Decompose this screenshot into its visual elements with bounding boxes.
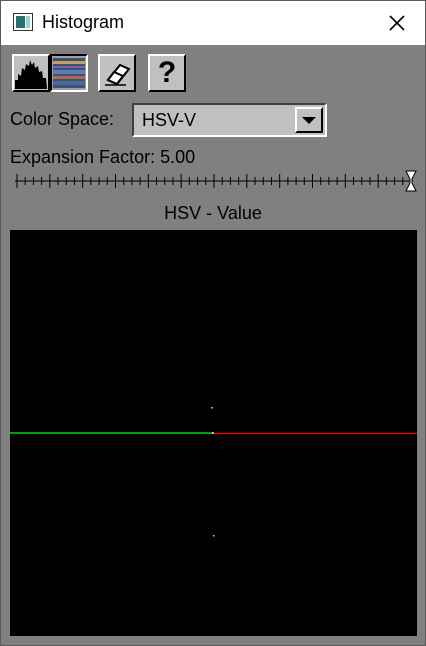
- app-icon: [13, 13, 33, 31]
- help-button[interactable]: ?: [148, 54, 186, 92]
- chevron-down-icon: [302, 117, 316, 124]
- histogram-mode-button[interactable]: [12, 54, 50, 92]
- center-point: [212, 432, 214, 434]
- plot-title: HSV - Value: [164, 203, 262, 223]
- expansion-factor-value: 5.00: [160, 147, 196, 167]
- close-icon[interactable]: [385, 11, 409, 35]
- eraser-icon: [105, 63, 131, 86]
- title-bar[interactable]: Histogram: [1, 1, 425, 45]
- color-space-value: HSV-V: [142, 110, 197, 130]
- center-point-bottom: [213, 535, 215, 537]
- dropdown-button[interactable]: [295, 107, 323, 133]
- expansion-factor-label: Expansion Factor:: [10, 147, 156, 167]
- expansion-slider[interactable]: [13, 169, 421, 193]
- clear-button[interactable]: [98, 54, 136, 92]
- color-space-select[interactable]: HSV-V: [132, 103, 327, 137]
- image-mode-button[interactable]: [50, 54, 88, 92]
- expansion-factor-row: Expansion Factor: 5.00: [10, 147, 195, 168]
- plot-canvas: [10, 407, 417, 537]
- histogram-window: Histogram ? Color Space: HSV-V Expansion…: [0, 0, 426, 646]
- color-space-label: Color Space:: [10, 109, 115, 129]
- help-label: ?: [157, 56, 177, 89]
- window-title: Histogram: [42, 12, 125, 32]
- center-point-top: [211, 407, 213, 409]
- histogram-plot: [10, 230, 417, 636]
- histogram-icon: [15, 60, 47, 89]
- image-spectrum-icon: [53, 58, 85, 88]
